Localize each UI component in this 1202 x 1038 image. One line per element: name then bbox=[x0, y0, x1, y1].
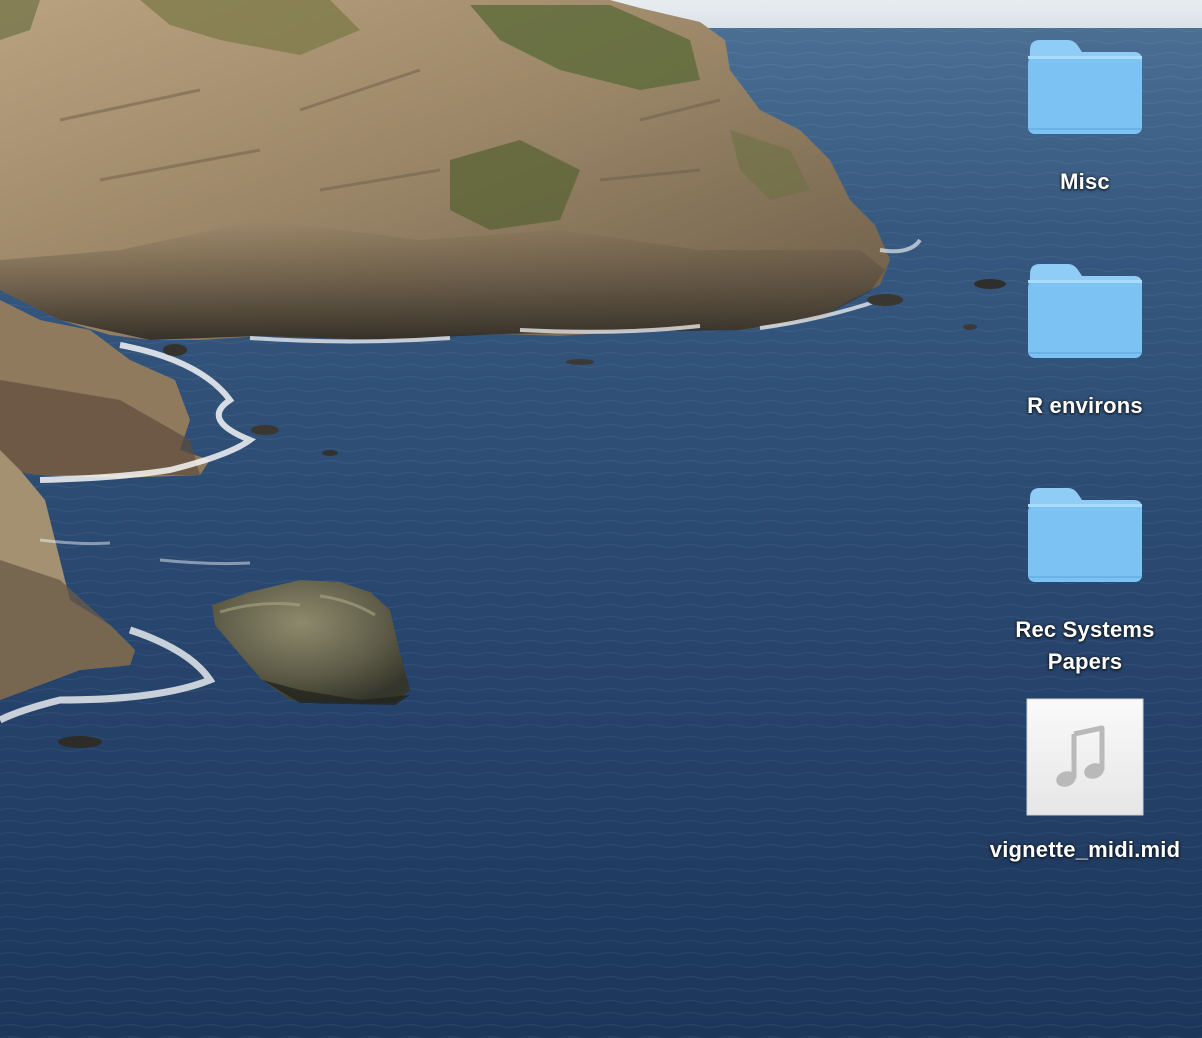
desktop-item-rec-systems-papers[interactable]: Rec Systems Papers bbox=[995, 484, 1175, 678]
folder-icon[interactable] bbox=[1024, 36, 1146, 136]
desktop-item-label: R environs bbox=[1027, 393, 1143, 418]
desktop-item-label: Rec Systems Papers bbox=[1015, 617, 1155, 674]
desktop-item-label: vignette_midi.mid bbox=[989, 837, 1181, 862]
desktop[interactable]: Misc R environs Rec Systems Papers vigne… bbox=[0, 0, 1202, 1038]
music-note-icon[interactable] bbox=[1026, 698, 1144, 816]
desktop-item-vignette-midi[interactable]: vignette_midi.mid bbox=[975, 698, 1195, 866]
folder-icon[interactable] bbox=[1024, 484, 1146, 584]
folder-icon[interactable] bbox=[1024, 260, 1146, 360]
desktop-item-r-environs[interactable]: R environs bbox=[995, 260, 1175, 422]
desktop-item-label: Misc bbox=[1060, 169, 1110, 194]
desktop-item-misc[interactable]: Misc bbox=[995, 36, 1175, 198]
